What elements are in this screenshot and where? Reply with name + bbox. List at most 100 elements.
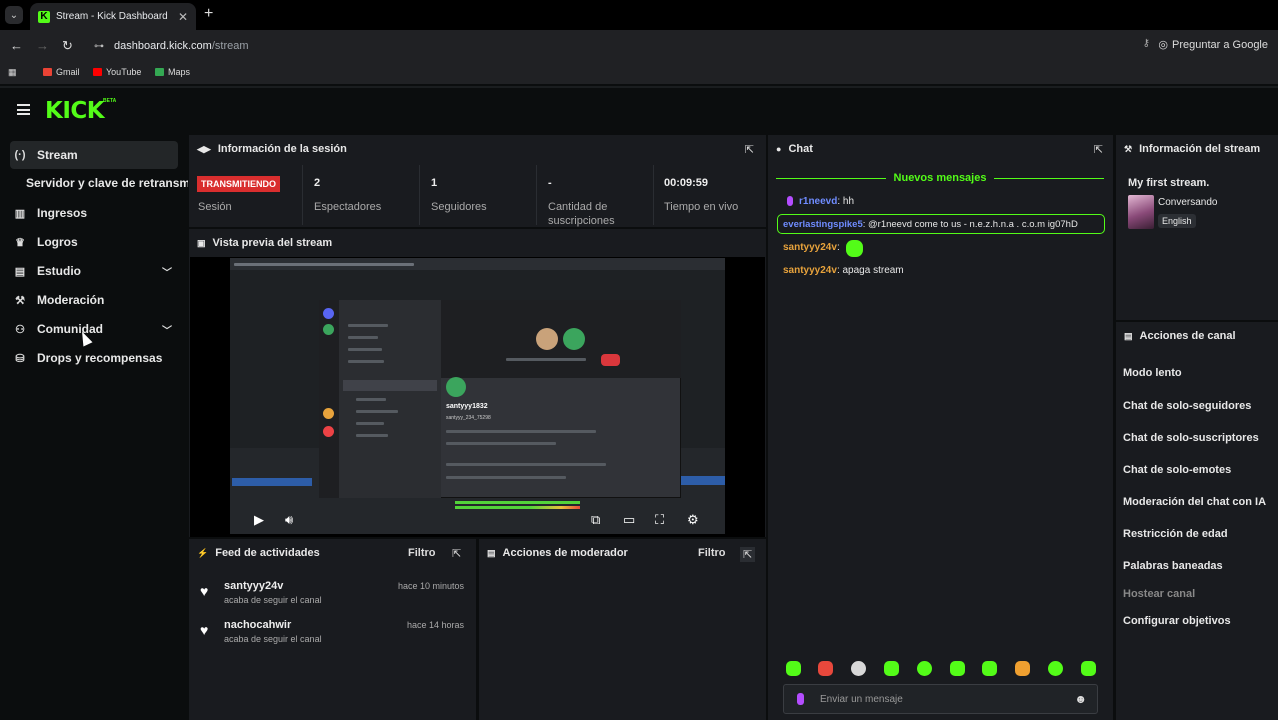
action-banned-words[interactable]: Palabras baneadas: [1123, 560, 1223, 572]
sidebar-item-moderacion[interactable]: ⚒ Moderación: [10, 286, 178, 314]
emote-icon[interactable]: [851, 661, 866, 676]
sidebar-item-label: Estudio: [37, 264, 81, 278]
youtube-icon: [93, 68, 102, 76]
url-input[interactable]: ⊶ dashboard.kick.com/stream: [86, 34, 1276, 58]
emote-icon[interactable]: [982, 661, 997, 676]
popout-icon[interactable]: ⇱: [452, 547, 461, 560]
feed-user[interactable]: nachocahwir: [224, 619, 291, 631]
emote-icon[interactable]: [1015, 661, 1030, 676]
emote-icon[interactable]: [1081, 661, 1096, 676]
dm-profile-avatar: [446, 377, 466, 397]
sidebar-item-logros[interactable]: ♛ Logros: [10, 228, 178, 256]
back-icon[interactable]: ←: [10, 38, 23, 53]
action-subscribers-only[interactable]: Chat de solo-suscriptores: [1123, 432, 1259, 444]
close-tab-icon[interactable]: ✕: [178, 10, 188, 24]
action-age-restriction[interactable]: Restricción de edad: [1123, 528, 1228, 540]
obs-selected-scene: [232, 478, 312, 486]
stat-label: Cantidad de suscripciones: [548, 201, 615, 227]
action-emotes-only[interactable]: Chat de solo-emotes: [1123, 464, 1231, 476]
dm-row: [348, 336, 378, 339]
lens-icon: ◎: [1158, 39, 1168, 51]
chat-username[interactable]: everlastingspike5: [783, 219, 863, 230]
sidebar-item-comunidad[interactable]: ⚇ Comunidad ﹀: [10, 315, 178, 343]
wrench-icon: ⚒: [1124, 143, 1133, 154]
stat-label: Sesión: [198, 201, 232, 213]
sidebar-subitem-server-key[interactable]: Servidor y clave de retransmisión: [26, 176, 188, 190]
sidebar-item-label: Drops y recompensas: [37, 351, 163, 365]
bookmark-youtube[interactable]: YouTube: [93, 67, 141, 77]
panel-title: Información del stream: [1139, 143, 1261, 155]
fullscreen-icon[interactable]: ⛶: [655, 512, 664, 528]
kick-logo[interactable]: KICK: [45, 98, 105, 124]
feed-filter-button[interactable]: Filtro: [408, 547, 436, 559]
stat-divider: [653, 165, 654, 225]
sidebar-item-stream[interactable]: (·) Stream: [10, 141, 178, 169]
emote-icon[interactable]: [786, 661, 801, 676]
action-host-channel[interactable]: Hostear canal: [1123, 588, 1195, 600]
preview-icon: ▣: [197, 237, 206, 248]
bookmark-label: Gmail: [56, 67, 80, 77]
sidebar-item-estudio[interactable]: ▤ Estudio ﹀: [10, 257, 178, 285]
panel-title: Feed de actividades: [215, 547, 320, 559]
chat-text: : hh: [837, 196, 855, 207]
chat-username[interactable]: santyyy24v: [783, 242, 837, 253]
ask-google-button[interactable]: ◎ Preguntar a Google: [1158, 38, 1268, 51]
password-key-icon[interactable]: ⚷: [1143, 38, 1150, 49]
forward-icon[interactable]: →: [36, 38, 49, 53]
emote-icon[interactable]: [917, 661, 932, 676]
menu-hamburger-icon[interactable]: [17, 104, 30, 115]
emoji-icon[interactable]: ☻: [1074, 692, 1087, 706]
apps-grid-icon[interactable]: ▦: [8, 67, 17, 78]
action-followers-only[interactable]: Chat de solo-seguidores: [1123, 400, 1251, 412]
lightning-icon: ⚡: [197, 547, 209, 558]
settings-gear-icon[interactable]: ⚙: [687, 512, 699, 528]
emote-icon[interactable]: [818, 661, 833, 676]
chevron-down-icon[interactable]: ﹀: [162, 264, 172, 279]
dm-message: [446, 476, 566, 479]
obs-selected-source: [680, 476, 725, 485]
dm-row: [356, 398, 386, 401]
popout-icon[interactable]: ⇱: [745, 143, 754, 156]
bookmark-maps[interactable]: Maps: [155, 67, 190, 77]
discord-call-area: [441, 300, 681, 378]
end-call-button: [601, 354, 620, 366]
new-tab-icon[interactable]: +: [204, 5, 213, 23]
tab-search-dropdown[interactable]: ⌄: [5, 6, 23, 24]
feed-user[interactable]: santyyy24v: [224, 580, 283, 592]
chevron-down-icon[interactable]: ﹀: [162, 322, 172, 337]
popout-icon[interactable]: ⇱: [1094, 143, 1103, 156]
browser-tab[interactable]: K Stream - Kick Dashboard ✕: [30, 3, 196, 30]
discord-home-icon: [323, 308, 334, 319]
popout-icon[interactable]: ⇱: [740, 547, 756, 562]
mod-filter-button[interactable]: Filtro: [698, 547, 726, 559]
theater-mode-icon[interactable]: ▭: [623, 512, 635, 528]
discord-handle: santyyy_234_75298: [446, 415, 491, 421]
heart-icon: ♥: [200, 583, 209, 599]
chat-username[interactable]: santyyy24v: [783, 265, 837, 276]
reload-icon[interactable]: ↻: [62, 38, 73, 54]
dm-row: [348, 324, 388, 327]
play-icon[interactable]: ▶: [254, 512, 264, 528]
action-ai-moderation[interactable]: Moderación del chat con IA: [1123, 496, 1266, 508]
action-set-goals[interactable]: Configurar objetivos: [1123, 615, 1231, 627]
dm-row: [356, 422, 384, 425]
kick-favicon-icon: K: [38, 10, 50, 23]
action-slow-mode[interactable]: Modo lento: [1123, 367, 1182, 379]
picture-in-picture-icon[interactable]: ⧉: [591, 512, 600, 528]
stat-value: 1: [431, 177, 438, 189]
chat-username[interactable]: r1neevd: [799, 196, 837, 207]
call-avatar-discord: [563, 328, 585, 350]
emote-icon[interactable]: [950, 661, 965, 676]
bookmark-gmail[interactable]: Gmail: [43, 67, 80, 77]
stream-preview-frame: santyyy1832 santyyy_234_75298: [230, 258, 725, 534]
emote-icon[interactable]: [884, 661, 899, 676]
site-info-icon[interactable]: ⊶: [94, 41, 104, 52]
stream-category[interactable]: Conversando: [1158, 197, 1217, 208]
chat-input[interactable]: Enviar un mensaje ☻: [783, 684, 1098, 714]
sidebar-item-drops[interactable]: ⛁ Drops y recompensas: [10, 344, 178, 372]
emote-icon[interactable]: [1048, 661, 1063, 676]
volume-icon[interactable]: 🔊︎: [285, 512, 293, 528]
panel-title: Información de la sesión: [217, 143, 347, 155]
maps-icon: [155, 68, 164, 76]
sidebar-item-ingresos[interactable]: ▥ Ingresos: [10, 199, 178, 227]
